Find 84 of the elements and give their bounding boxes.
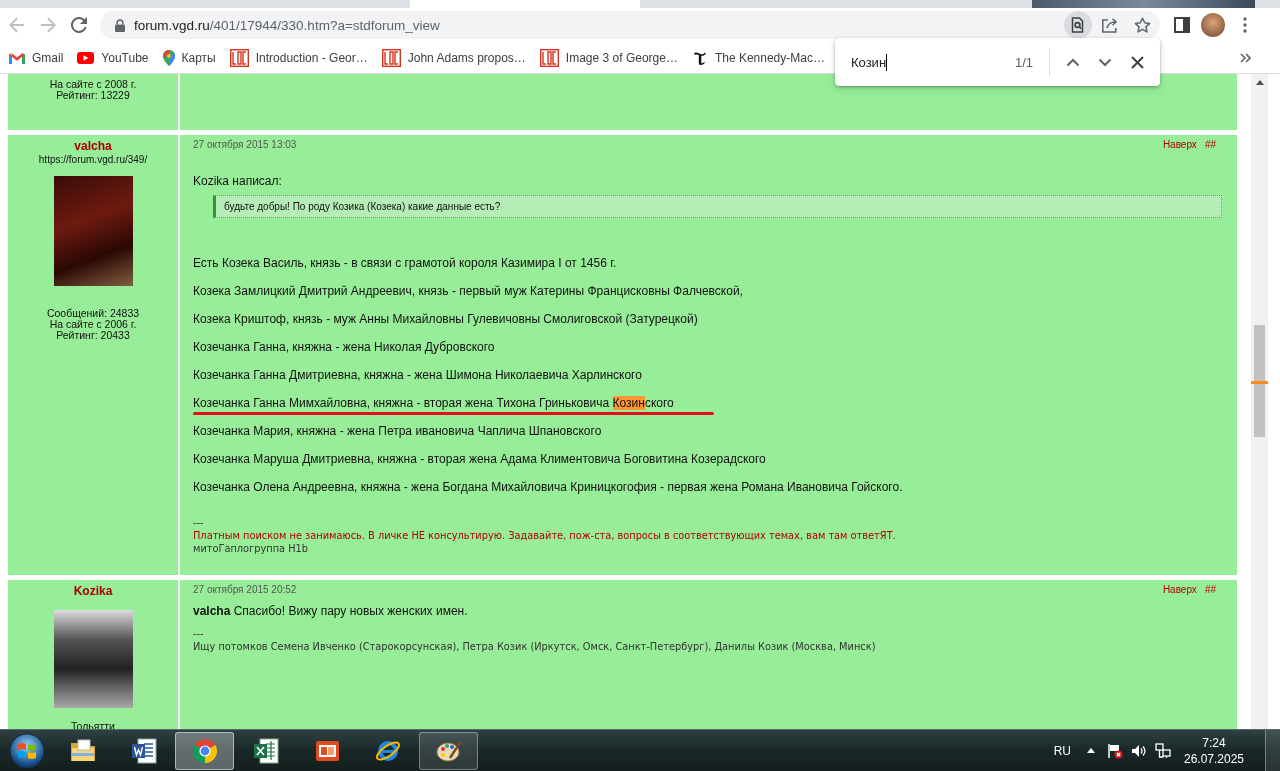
post-paragraph: Козечанка Мария, княжна - жена Петра ивановича Чаплича Шпановского: [193, 423, 602, 439]
flag-alert-icon: [1107, 742, 1123, 759]
signature-separator: ---: [193, 515, 205, 529]
user-stat: Рейтинг: 20433: [56, 330, 130, 341]
double-chevron-icon: [1239, 52, 1251, 63]
clock[interactable]: 7:24 26.07.2025: [1184, 734, 1244, 767]
quote-block: будьте добры! По роду Козика (Козека) какие данные есть?: [213, 195, 1222, 218]
bookmark[interactable]: The Kennedy-Mac…: [684, 43, 832, 72]
triangle-up-icon: [1255, 80, 1264, 85]
menu-icon: [1243, 17, 1247, 33]
match-count: 1/1: [1014, 54, 1033, 70]
user-stat: Сообщений: 24833: [46, 308, 140, 319]
top-link[interactable]: Наверх: [1162, 583, 1197, 596]
boxed-logo-icon: [381, 48, 401, 67]
find-in-page-button[interactable]: [1064, 11, 1092, 39]
document-icon: [129, 737, 158, 764]
post-paragraph: valcha Спасибо! Вижу пару новых женских имен.: [193, 604, 468, 619]
anchor-link[interactable]: ##: [1204, 583, 1216, 596]
find-field[interactable]: Козин: [851, 52, 1015, 72]
find-match-marker: [1251, 381, 1268, 384]
user-stat: Рейтинг: 13229: [56, 90, 130, 101]
lock-icon: [115, 18, 125, 32]
post-paragraph: Козечанка Маруша Дмитриевна, княжна - вторая жена Адама Климентовича Боговитина Козерадского: [193, 451, 766, 467]
signature-separator: ---: [193, 627, 205, 640]
bookmark[interactable]: Introduction - Geor…: [222, 43, 375, 72]
back-icon: [9, 17, 25, 33]
map-pin-icon: [162, 49, 175, 66]
post-paragraph: Козечанка Ганна Мимхайловна, княжна - вторая жена Тихона Гриньковича Козинского: [193, 395, 674, 411]
top-link[interactable]: Наверх: [1162, 139, 1197, 151]
mail-icon: [9, 51, 25, 64]
scrollbar-thumb[interactable]: [1254, 325, 1265, 437]
boxed-logo-icon: [539, 48, 559, 67]
user-stat: На сайте с 2008 г.: [49, 79, 137, 90]
bookmark[interactable]: Карты: [155, 43, 223, 72]
find-in-page-icon: [1070, 17, 1086, 33]
post-date: 27 октября 2015 13:03: [193, 139, 297, 151]
chevron-down-icon: [1098, 57, 1112, 67]
quote-author: Kozika написал:: [193, 173, 283, 189]
bookmark[interactable]: John Adams propos…: [374, 43, 533, 72]
scrollbar[interactable]: [1251, 74, 1268, 729]
folder-icon: [68, 737, 97, 764]
profile-link[interactable]: https://forum.vgd.ru/349/: [38, 154, 148, 166]
clock-date: 26.07.2025: [1183, 750, 1245, 767]
video-play-icon: [77, 51, 95, 64]
spreadsheet-icon: [251, 737, 280, 764]
bookmark[interactable]: Gmail: [2, 43, 71, 72]
boxed-logo-icon: [229, 48, 249, 67]
address-bar[interactable]: forum.vgd.ru/401/17944/330.htm?a=stdforum_view: [100, 11, 1160, 39]
chevron-up-icon: [1066, 57, 1080, 67]
post-paragraph: Козечанка Олена Андреевна, княжна - жена Богдана Михайловича Криницкогофия - первая жена Романа Ивановича Гойского.: [193, 479, 903, 495]
anchor-link[interactable]: ##: [1204, 139, 1216, 151]
user-stat: На сайте с 2006 г.: [49, 319, 137, 330]
speaker-icon: [1131, 743, 1147, 758]
triangle-up-icon: [1087, 748, 1095, 753]
show-desktop-button[interactable]: [1265, 730, 1280, 771]
post-paragraph: Козека Замлицкий Дмитрий Андреевич, князь - первый муж Катерины Францисковны Фалчевской,: [193, 283, 743, 299]
bookmark[interactable]: YouTube: [70, 43, 156, 72]
signature-line: Ищу потомков Семена Ивченко (Старокорсунская), Петра Козик (Иркутск, Омск, Санкт-Петербург), Данилы Козик (Москва, Минск): [193, 640, 877, 653]
user-stat: Тольятти: [71, 720, 115, 729]
taskbar-app-button[interactable]: [419, 731, 478, 770]
profile-avatar[interactable]: [1201, 13, 1225, 37]
post-date: 27 октября 2015 20:52: [193, 583, 297, 596]
network-icon: [1155, 742, 1171, 759]
share-icon: [1101, 17, 1119, 33]
reload-icon: [71, 17, 87, 33]
side-panel-icon: [1174, 17, 1190, 33]
forward-icon: [40, 17, 56, 33]
bookmark[interactable]: Image 3 of George…: [532, 43, 685, 72]
circle-logo-icon: [191, 737, 218, 764]
url-text: forum.vgd.ru/401/17944/330.htm?a=stdforum_view: [134, 17, 440, 33]
author-name[interactable]: Kozika: [73, 583, 113, 599]
post-paragraph: Козечанка Ганна Дмитриевна, княжна - жена Шимона Николаевича Харлинского: [193, 367, 642, 383]
signature-line: митоГаплогруппа H1b: [193, 541, 309, 555]
clock-time: 7:24: [1202, 734, 1226, 751]
signature-line: Платным поиском не занимаюсь. В личке НЕ консультирую. Задавайте, пож-ста, вопросы в соответствующих темах, вам там ответЯТ.: [193, 528, 897, 542]
post-paragraph: Козека Криштоф, князь - муж Анны Михайловны Гулевичовны Смолиговской (Затурецкой): [193, 311, 698, 327]
star-icon: [1133, 16, 1151, 34]
language-indicator[interactable]: RU: [1053, 743, 1071, 758]
post-paragraph: Есть Козека Василь, князь - в связи с грамотой короля Казимира I от 1456 г.: [193, 255, 617, 271]
author-name[interactable]: valcha: [74, 139, 112, 154]
taskbar-app-button[interactable]: [175, 731, 234, 770]
start-orb-icon: [8, 732, 45, 769]
post-paragraph: Козечанка Ганна, княжна - жена Николая Дубровского: [193, 339, 495, 355]
close-icon: [1130, 55, 1144, 69]
